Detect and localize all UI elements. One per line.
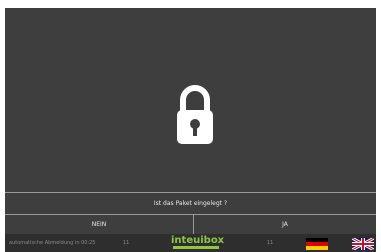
prompt-question: Ist das Paket eingelegt ?: [5, 192, 376, 215]
lock-icon: [177, 85, 213, 144]
display-area: [5, 8, 376, 190]
logo-underline: [173, 246, 219, 249]
status-bar: automatische Abmeldung in 00:25 11 inteu…: [5, 234, 376, 252]
brand-logo: inteuibox: [171, 235, 225, 251]
no-button[interactable]: NEIN: [5, 215, 194, 235]
yes-button[interactable]: JA: [194, 215, 376, 235]
answer-buttons: NEIN JA: [5, 214, 376, 235]
auto-logout-text: automatische Abmeldung in 00:25: [9, 240, 96, 246]
terminal-screen: Ist das Paket eingelegt ? NEIN JA automa…: [5, 8, 376, 252]
logo-text: inteuibox: [171, 235, 225, 246]
flag-germany-icon[interactable]: [306, 238, 328, 250]
counter-left: 11: [123, 240, 130, 246]
flag-uk-icon[interactable]: [352, 238, 374, 250]
counter-right: 11: [267, 240, 274, 246]
